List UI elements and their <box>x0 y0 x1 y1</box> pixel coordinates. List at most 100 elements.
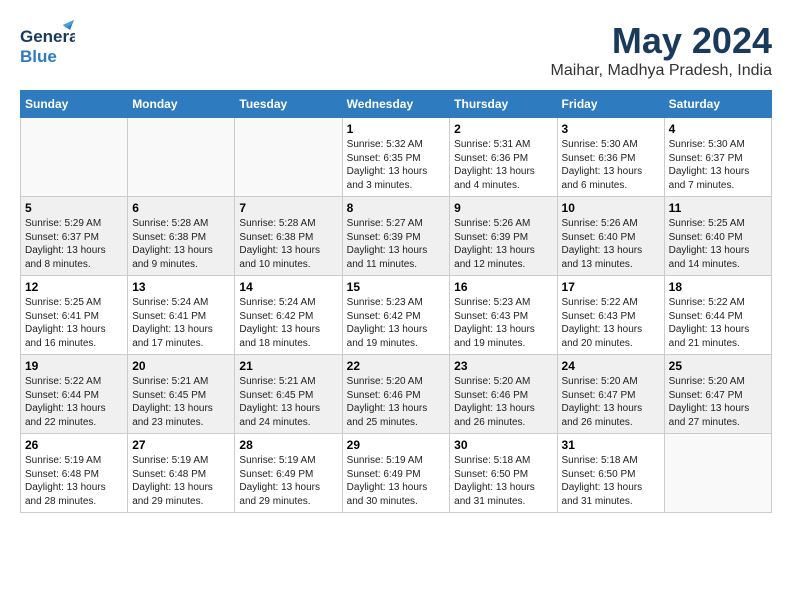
calendar-day-cell: 6Sunrise: 5:28 AMSunset: 6:38 PMDaylight… <box>128 197 235 276</box>
day-number: 15 <box>347 280 446 294</box>
day-number: 11 <box>669 201 767 215</box>
day-number: 6 <box>132 201 230 215</box>
calendar-day-cell <box>128 118 235 197</box>
calendar-day-cell: 25Sunrise: 5:20 AMSunset: 6:47 PMDayligh… <box>664 355 771 434</box>
calendar-day-cell: 19 Sunrise: 5:22 AMSunset: 6:44 PMDayligh… <box>21 355 128 434</box>
day-number: 12 <box>25 280 123 294</box>
calendar-day-cell: 20 Sunrise: 5:21 AMSunset: 6:45 PMDayligh… <box>128 355 235 434</box>
calendar-day-cell: 23Sunrise: 5:20 AMSunset: 6:46 PMDayligh… <box>450 355 557 434</box>
calendar-day-cell: 12Sunrise: 5:25 AMSunset: 6:41 PMDayligh… <box>21 276 128 355</box>
day-number: 27 <box>132 438 230 452</box>
day-number: 19 <box>25 359 123 373</box>
day-number: 2 <box>454 122 552 136</box>
day-number: 10 <box>562 201 660 215</box>
calendar-week-row: 12Sunrise: 5:25 AMSunset: 6:41 PMDayligh… <box>21 276 772 355</box>
calendar-day-cell: 27 Sunrise: 5:19 AMSunset: 6:48 PMDayligh… <box>128 434 235 513</box>
day-number: 3 <box>562 122 660 136</box>
day-number: 4 <box>669 122 767 136</box>
day-info: Sunrise: 5:30 AMSunset: 6:36 PMDaylight:… <box>562 138 660 192</box>
calendar-day-cell: 31 Sunrise: 5:18 AMSunset: 6:50 PMDayligh… <box>557 434 664 513</box>
day-info: Sunrise: 5:24 AMSunset: 6:41 PMDaylight:… <box>132 296 230 350</box>
calendar-week-row: 26 Sunrise: 5:19 AMSunset: 6:48 PMDayligh… <box>21 434 772 513</box>
day-number: 13 <box>132 280 230 294</box>
calendar-day-cell: 24 Sunrise: 5:20 AMSunset: 6:47 PMDayligh… <box>557 355 664 434</box>
title-area: May 2024 Maihar, Madhya Pradesh, India <box>551 20 772 80</box>
day-info: Sunrise: 5:19 AMSunset: 6:49 PMDaylight:… <box>239 454 337 508</box>
day-number: 31 <box>562 438 660 452</box>
calendar-day-cell <box>21 118 128 197</box>
svg-text:Blue: Blue <box>20 47 57 66</box>
calendar-day-cell <box>235 118 342 197</box>
day-number: 14 <box>239 280 337 294</box>
calendar-header-row: SundayMondayTuesdayWednesdayThursdayFrid… <box>21 91 772 118</box>
svg-text:General: General <box>20 27 75 46</box>
day-info: Sunrise: 5:20 AMSunset: 6:47 PMDaylight:… <box>562 375 660 429</box>
day-info: Sunrise: 5:26 AMSunset: 6:40 PMDaylight:… <box>562 217 660 271</box>
day-number: 24 <box>562 359 660 373</box>
day-info: Sunrise: 5:24 AMSunset: 6:42 PMDaylight:… <box>239 296 337 350</box>
day-info: Sunrise: 5:18 AMSunset: 6:50 PMDaylight:… <box>562 454 660 508</box>
calendar-day-cell: 16Sunrise: 5:23 AMSunset: 6:43 PMDayligh… <box>450 276 557 355</box>
calendar-day-cell: 21 Sunrise: 5:21 AMSunset: 6:45 PMDayligh… <box>235 355 342 434</box>
day-info: Sunrise: 5:19 AMSunset: 6:49 PMDaylight:… <box>347 454 446 508</box>
calendar-day-cell: 15 Sunrise: 5:23 AMSunset: 6:42 PMDayligh… <box>342 276 450 355</box>
day-header-tuesday: Tuesday <box>235 91 342 118</box>
calendar-day-cell: 11 Sunrise: 5:25 AMSunset: 6:40 PMDayligh… <box>664 197 771 276</box>
day-number: 26 <box>25 438 123 452</box>
day-info: Sunrise: 5:23 AMSunset: 6:43 PMDaylight:… <box>454 296 552 350</box>
day-info: Sunrise: 5:22 AMSunset: 6:44 PMDaylight:… <box>25 375 123 429</box>
day-number: 29 <box>347 438 446 452</box>
day-info: Sunrise: 5:20 AMSunset: 6:46 PMDaylight:… <box>454 375 552 429</box>
day-number: 28 <box>239 438 337 452</box>
day-number: 18 <box>669 280 767 294</box>
calendar-day-cell: 7 Sunrise: 5:28 AMSunset: 6:38 PMDaylight… <box>235 197 342 276</box>
day-info: Sunrise: 5:18 AMSunset: 6:50 PMDaylight:… <box>454 454 552 508</box>
day-header-saturday: Saturday <box>664 91 771 118</box>
calendar-day-cell: 5 Sunrise: 5:29 AMSunset: 6:37 PMDaylight… <box>21 197 128 276</box>
calendar-day-cell: 13 Sunrise: 5:24 AMSunset: 6:41 PMDayligh… <box>128 276 235 355</box>
day-info: Sunrise: 5:23 AMSunset: 6:42 PMDaylight:… <box>347 296 446 350</box>
page-header: General Blue May 2024 Maihar, Madhya Pra… <box>20 20 772 80</box>
day-number: 1 <box>347 122 446 136</box>
day-info: Sunrise: 5:21 AMSunset: 6:45 PMDaylight:… <box>239 375 337 429</box>
calendar-day-cell: 29 Sunrise: 5:19 AMSunset: 6:49 PMDayligh… <box>342 434 450 513</box>
day-number: 21 <box>239 359 337 373</box>
day-number: 7 <box>239 201 337 215</box>
day-info: Sunrise: 5:26 AMSunset: 6:39 PMDaylight:… <box>454 217 552 271</box>
calendar-week-row: 5 Sunrise: 5:29 AMSunset: 6:37 PMDaylight… <box>21 197 772 276</box>
calendar-day-cell: 9 Sunrise: 5:26 AMSunset: 6:39 PMDaylight… <box>450 197 557 276</box>
calendar-week-row: 19 Sunrise: 5:22 AMSunset: 6:44 PMDayligh… <box>21 355 772 434</box>
day-info: Sunrise: 5:28 AMSunset: 6:38 PMDaylight:… <box>239 217 337 271</box>
logo-graphic: General Blue <box>20 20 75 75</box>
day-info: Sunrise: 5:30 AMSunset: 6:37 PMDaylight:… <box>669 138 767 192</box>
day-number: 9 <box>454 201 552 215</box>
day-info: Sunrise: 5:22 AMSunset: 6:44 PMDaylight:… <box>669 296 767 350</box>
calendar-day-cell: 2 Sunrise: 5:31 AMSunset: 6:36 PMDaylight… <box>450 118 557 197</box>
day-info: Sunrise: 5:21 AMSunset: 6:45 PMDaylight:… <box>132 375 230 429</box>
day-info: Sunrise: 5:27 AMSunset: 6:39 PMDaylight:… <box>347 217 446 271</box>
day-info: Sunrise: 5:20 AMSunset: 6:47 PMDaylight:… <box>669 375 767 429</box>
day-number: 22 <box>347 359 446 373</box>
day-number: 20 <box>132 359 230 373</box>
day-info: Sunrise: 5:19 AMSunset: 6:48 PMDaylight:… <box>132 454 230 508</box>
day-number: 17 <box>562 280 660 294</box>
calendar-table: SundayMondayTuesdayWednesdayThursdayFrid… <box>20 90 772 513</box>
day-info: Sunrise: 5:25 AMSunset: 6:40 PMDaylight:… <box>669 217 767 271</box>
day-number: 30 <box>454 438 552 452</box>
logo: General Blue <box>20 20 75 75</box>
day-header-monday: Monday <box>128 91 235 118</box>
calendar-day-cell: 10 Sunrise: 5:26 AMSunset: 6:40 PMDayligh… <box>557 197 664 276</box>
calendar-day-cell: 17 Sunrise: 5:22 AMSunset: 6:43 PMDayligh… <box>557 276 664 355</box>
calendar-day-cell <box>664 434 771 513</box>
day-info: Sunrise: 5:19 AMSunset: 6:48 PMDaylight:… <box>25 454 123 508</box>
day-info: Sunrise: 5:31 AMSunset: 6:36 PMDaylight:… <box>454 138 552 192</box>
calendar-day-cell: 4 Sunrise: 5:30 AMSunset: 6:37 PMDaylight… <box>664 118 771 197</box>
day-info: Sunrise: 5:29 AMSunset: 6:37 PMDaylight:… <box>25 217 123 271</box>
calendar-day-cell: 28 Sunrise: 5:19 AMSunset: 6:49 PMDayligh… <box>235 434 342 513</box>
calendar-day-cell: 1Sunrise: 5:32 AMSunset: 6:35 PMDaylight… <box>342 118 450 197</box>
day-number: 5 <box>25 201 123 215</box>
day-header-sunday: Sunday <box>21 91 128 118</box>
day-header-wednesday: Wednesday <box>342 91 450 118</box>
logo-svg: General Blue <box>20 20 75 70</box>
day-info: Sunrise: 5:22 AMSunset: 6:43 PMDaylight:… <box>562 296 660 350</box>
